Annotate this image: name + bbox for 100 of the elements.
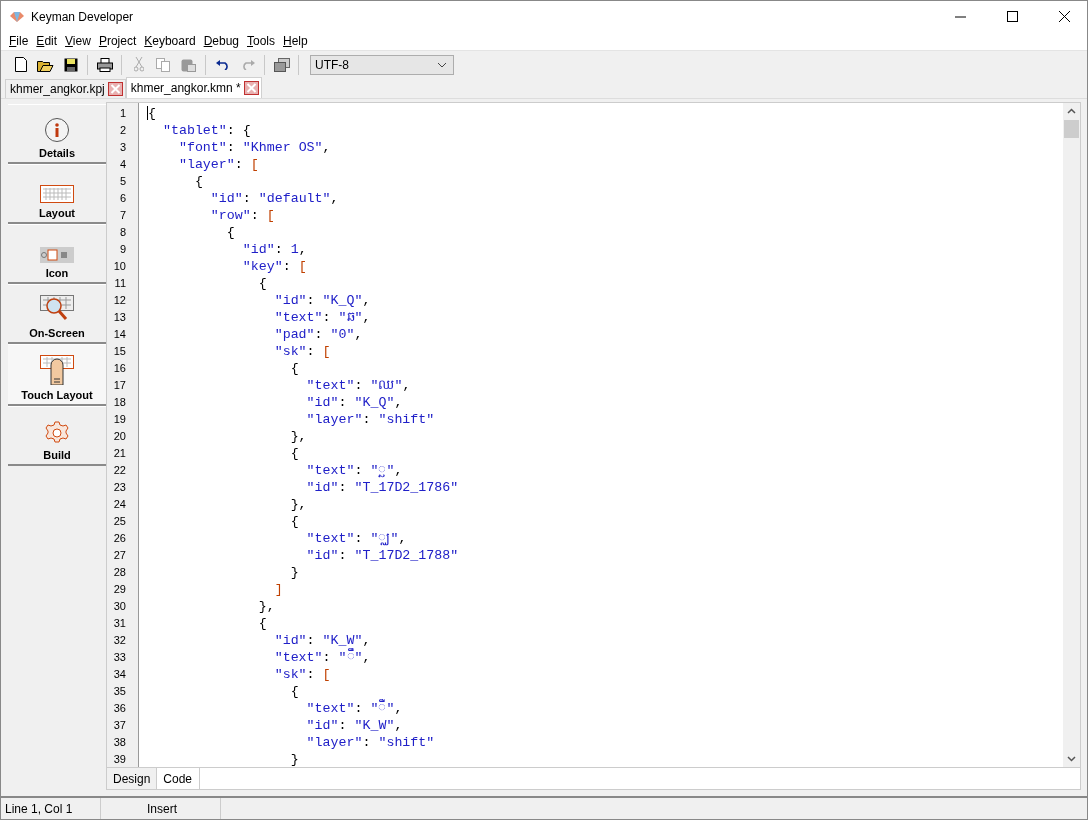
code-line: "layer": "shift": [305, 411, 436, 428]
code-line: "id": "T_17D2_1786": [305, 479, 460, 496]
line-number: 18: [112, 395, 127, 410]
line-number: 4: [118, 157, 127, 172]
code-line: {: [193, 173, 204, 190]
undo-icon[interactable]: [215, 59, 230, 70]
line-number: 38: [112, 735, 127, 750]
code-line: },: [289, 496, 308, 513]
sidebar-button[interactable]: Build: [8, 406, 106, 466]
line-number: 34: [112, 667, 127, 682]
line-number: 7: [118, 208, 127, 223]
code-line: "pad": "0",: [273, 326, 364, 343]
line-number: 1: [118, 106, 127, 121]
windows-icon[interactable]: [273, 57, 290, 72]
scroll-thumb[interactable]: [1064, 120, 1079, 138]
code-line: {: [289, 513, 300, 530]
code-line: {: [289, 360, 300, 377]
close-tab-icon[interactable]: [243, 81, 259, 95]
line-number: 21: [112, 446, 127, 461]
sidebar-button[interactable]: Layout: [8, 164, 106, 224]
file-tab[interactable]: khmer_angkor.kpj: [5, 79, 126, 98]
view-tab[interactable]: Design: [107, 768, 158, 789]
line-number: 12: [112, 293, 127, 308]
line-number: 19: [112, 412, 127, 427]
encoding-dropdown[interactable]: UTF-8: [310, 54, 454, 75]
code-line: "row": [: [209, 207, 276, 224]
code-line: "text": "្ឈ",: [305, 530, 408, 547]
code-line: "id": "K_W",: [305, 717, 404, 734]
caret-icon[interactable]: [437, 61, 447, 68]
status-text: Line 1, Col 1: [1, 798, 101, 819]
code-line: "key": [: [241, 258, 308, 275]
status-text: Insert: [101, 798, 221, 819]
line-number: 27: [112, 548, 127, 563]
line-number: 14: [112, 327, 127, 342]
magnified-keyboard-icon: [40, 295, 74, 323]
line-number: 24: [112, 497, 127, 512]
code-line: {: [289, 683, 300, 700]
line-number: 2: [118, 123, 127, 138]
menu-item[interactable]: Help: [279, 34, 312, 48]
line-number: 17: [112, 378, 127, 393]
sidebar-button[interactable]: Icon: [8, 224, 106, 284]
scrollbar[interactable]: [1063, 103, 1080, 767]
code-line: "layer": [: [177, 156, 260, 173]
sidebar-button[interactable]: Touch Layout: [8, 344, 106, 406]
code-line: "tablet": {: [161, 122, 252, 139]
menu-item[interactable]: Tools: [243, 34, 279, 48]
close-tab-icon[interactable]: [107, 82, 123, 96]
code-line: {: [257, 615, 268, 632]
line-number: 32: [112, 633, 127, 648]
line-number: 30: [112, 599, 127, 614]
line-number: 28: [112, 565, 127, 580]
line-number: 29: [112, 582, 127, 597]
code-line: "sk": [: [273, 343, 332, 360]
menu-item[interactable]: Project: [94, 34, 141, 48]
line-number: 16: [112, 361, 127, 376]
code-line: "id": "K_Q",: [305, 394, 404, 411]
code-line: {: [289, 445, 300, 462]
window-title: Keyman Developer: [31, 9, 135, 24]
line-number: 8: [118, 225, 127, 240]
line-number: 3: [118, 140, 127, 155]
code-line: }: [289, 564, 300, 581]
sidebar-button[interactable]: Details: [8, 104, 106, 164]
code-line: ]: [273, 581, 284, 598]
line-number: 25: [112, 514, 127, 529]
line-number: 9: [118, 242, 127, 257]
line-number: 33: [112, 650, 127, 665]
code-line: "text": "្ឆ",: [305, 462, 404, 479]
maximize-icon[interactable]: [1006, 11, 1018, 22]
menu-item[interactable]: Debug: [199, 34, 243, 48]
code-line: "text": "ឹ",: [273, 649, 372, 666]
line-number: 35: [112, 684, 127, 699]
menu-item[interactable]: File: [5, 34, 33, 48]
line-number: 15: [112, 344, 127, 359]
taskbar-icon: [40, 247, 74, 263]
menu-item[interactable]: Edit: [32, 34, 62, 48]
code-line: "sk": [: [273, 666, 332, 683]
code-line: },: [289, 428, 308, 445]
line-number: 39: [112, 752, 127, 767]
info-icon: [44, 117, 70, 143]
code-line: "id": "K_Q",: [273, 292, 372, 309]
sidebar-button[interactable]: On-Screen: [8, 284, 106, 344]
code-line: "id": "default",: [209, 190, 340, 207]
finger-keyboard-icon: [40, 355, 74, 385]
keyboard-icon: [40, 185, 74, 203]
save-icon[interactable]: [63, 57, 78, 72]
menu-item[interactable]: Keyboard: [140, 34, 200, 48]
code-line: "id": "T_17D2_1788": [305, 547, 460, 564]
printer-icon[interactable]: [96, 57, 113, 72]
menu-item[interactable]: View: [61, 34, 95, 48]
line-number: 13: [112, 310, 127, 325]
line-number: 11: [113, 276, 127, 291]
line-number: 31: [112, 616, 127, 631]
code-line: {: [147, 105, 157, 122]
file-tab[interactable]: khmer_angkor.kmn *: [125, 77, 262, 98]
code-line: "text": "ឺ",: [305, 700, 404, 717]
line-number: 6: [118, 191, 127, 206]
close-icon[interactable]: [1058, 11, 1070, 22]
app-logo-icon: [9, 10, 25, 23]
new-file-icon[interactable]: [14, 57, 27, 72]
gear-icon: [45, 421, 69, 445]
